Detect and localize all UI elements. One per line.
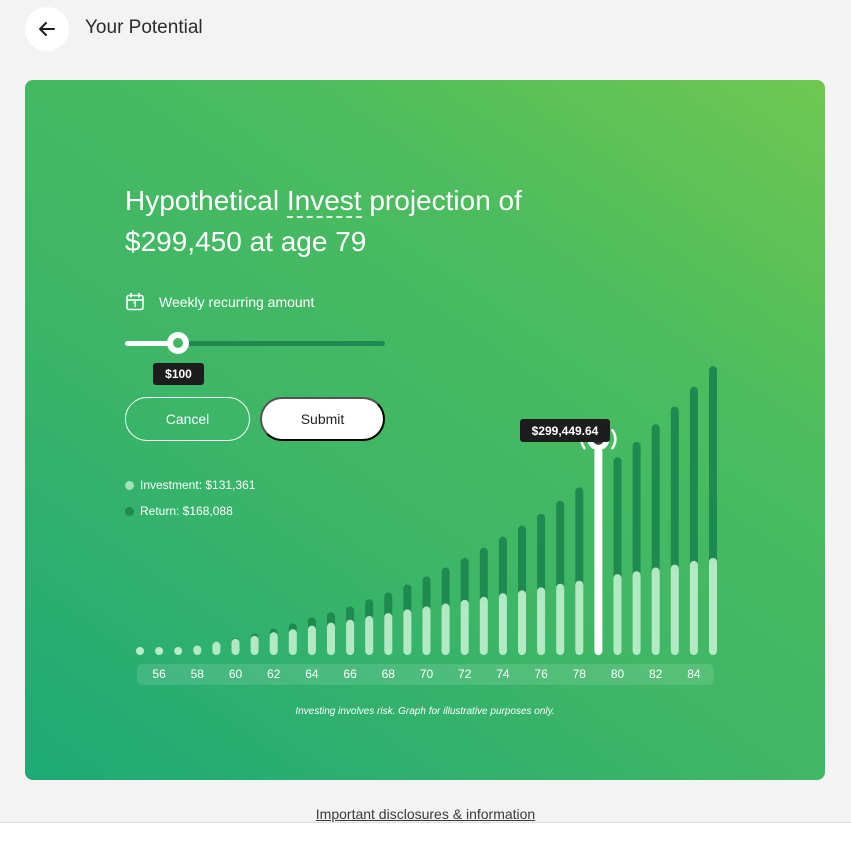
page-title: Your Potential bbox=[85, 17, 203, 38]
cancel-button[interactable]: Cancel bbox=[125, 397, 250, 441]
invest-link[interactable]: Invest bbox=[286, 185, 362, 218]
x-tick-label: 62 bbox=[267, 667, 281, 681]
legend-return-label: Return: $168,088 bbox=[140, 504, 233, 518]
bottom-strip bbox=[0, 822, 851, 842]
calendar-icon bbox=[126, 292, 144, 311]
submit-button[interactable]: Submit bbox=[260, 397, 385, 441]
x-tick-label: 68 bbox=[382, 667, 396, 681]
disclosures-link[interactable]: Important disclosures & information bbox=[0, 806, 851, 822]
x-tick-label: 82 bbox=[649, 667, 663, 681]
headline-prefix: Hypothetical bbox=[125, 185, 287, 216]
x-tick-label: 56 bbox=[152, 667, 166, 681]
amount-slider-thumb[interactable] bbox=[167, 332, 189, 354]
legend-investment: Investment: $131,361 bbox=[125, 478, 255, 492]
x-tick-label: 74 bbox=[496, 667, 510, 681]
risk-disclaimer: Investing involves risk. Graph for illus… bbox=[295, 706, 555, 717]
projection-card: 56 58 60 62 64 66 68 70 72 74 76 78 80 82 84 Hypotheti… bbox=[25, 80, 825, 780]
legend-return-swatch bbox=[125, 506, 134, 516]
headline-amount: $299,450 at age 79 bbox=[125, 226, 367, 257]
x-tick-label: 72 bbox=[458, 667, 472, 681]
legend-investment-swatch bbox=[125, 480, 134, 490]
x-tick-label: 66 bbox=[343, 667, 357, 681]
x-tick-label: 70 bbox=[420, 667, 434, 681]
x-tick-label: 64 bbox=[305, 667, 319, 681]
recurring-amount-label: Weekly recurring amount bbox=[125, 292, 314, 312]
legend-investment-label: Investment: $131,361 bbox=[140, 478, 256, 492]
arrow-left-icon bbox=[39, 22, 55, 36]
selected-value-tooltip: $299,449.64 bbox=[520, 419, 610, 442]
x-tick-label: 78 bbox=[573, 667, 587, 681]
back-button[interactable] bbox=[25, 7, 69, 51]
x-tick-label: 80 bbox=[611, 667, 625, 681]
x-tick-label: 84 bbox=[687, 667, 701, 681]
top-bar: Your Potential bbox=[0, 0, 851, 64]
recurring-label: Weekly recurring amount bbox=[159, 294, 315, 310]
x-tick-label: 60 bbox=[229, 667, 243, 681]
projection-headline: Hypothetical Invest projection of $299,4… bbox=[125, 180, 645, 262]
x-tick-label: 58 bbox=[191, 667, 205, 681]
x-tick-label: 76 bbox=[534, 667, 548, 681]
legend-return: Return: $168,088 bbox=[125, 504, 233, 518]
slider-thumb-dot bbox=[173, 338, 183, 348]
headline-mid: projection of bbox=[361, 185, 522, 216]
slider-value-badge: $100 bbox=[153, 363, 204, 385]
